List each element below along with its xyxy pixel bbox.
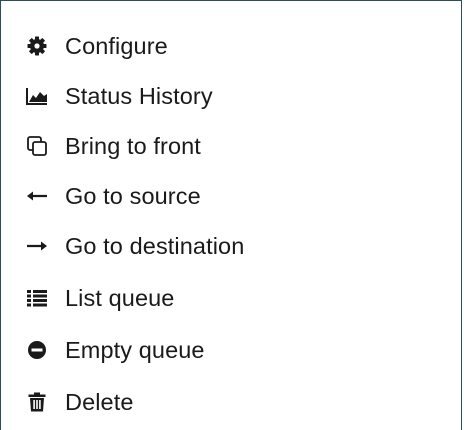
- menu-item-label: List queue: [65, 284, 175, 311]
- minus-circle-icon: [26, 339, 48, 361]
- menu-item-go-to-destination[interactable]: Go to destination: [1, 221, 461, 271]
- trash-icon: [26, 391, 48, 413]
- menu-item-delete[interactable]: Delete: [1, 377, 461, 427]
- arrow-right-icon: [26, 235, 48, 257]
- menu-item-label: Empty queue: [65, 336, 205, 363]
- list-icon: [26, 287, 48, 309]
- area-chart-icon: [26, 85, 48, 107]
- clone-icon: [26, 135, 48, 157]
- menu-item-label: Go to destination: [65, 232, 245, 259]
- gear-icon: [26, 35, 48, 57]
- menu-item-label: Configure: [65, 32, 168, 59]
- menu-item-configure[interactable]: Configure: [1, 21, 461, 71]
- menu-item-status-history[interactable]: Status History: [1, 71, 461, 121]
- menu-item-label: Go to source: [65, 182, 201, 209]
- menu-item-bring-to-front[interactable]: Bring to front: [1, 121, 461, 171]
- menu-item-label: Bring to front: [65, 132, 201, 159]
- arrow-left-icon: [26, 185, 48, 207]
- menu-item-go-to-source[interactable]: Go to source: [1, 171, 461, 221]
- menu-item-list-queue[interactable]: List queue: [1, 273, 461, 323]
- menu-item-empty-queue[interactable]: Empty queue: [1, 325, 461, 375]
- menu-item-label: Delete: [65, 388, 134, 415]
- context-menu: Configure Status History Bring to front …: [0, 0, 462, 430]
- menu-item-label: Status History: [65, 82, 213, 109]
